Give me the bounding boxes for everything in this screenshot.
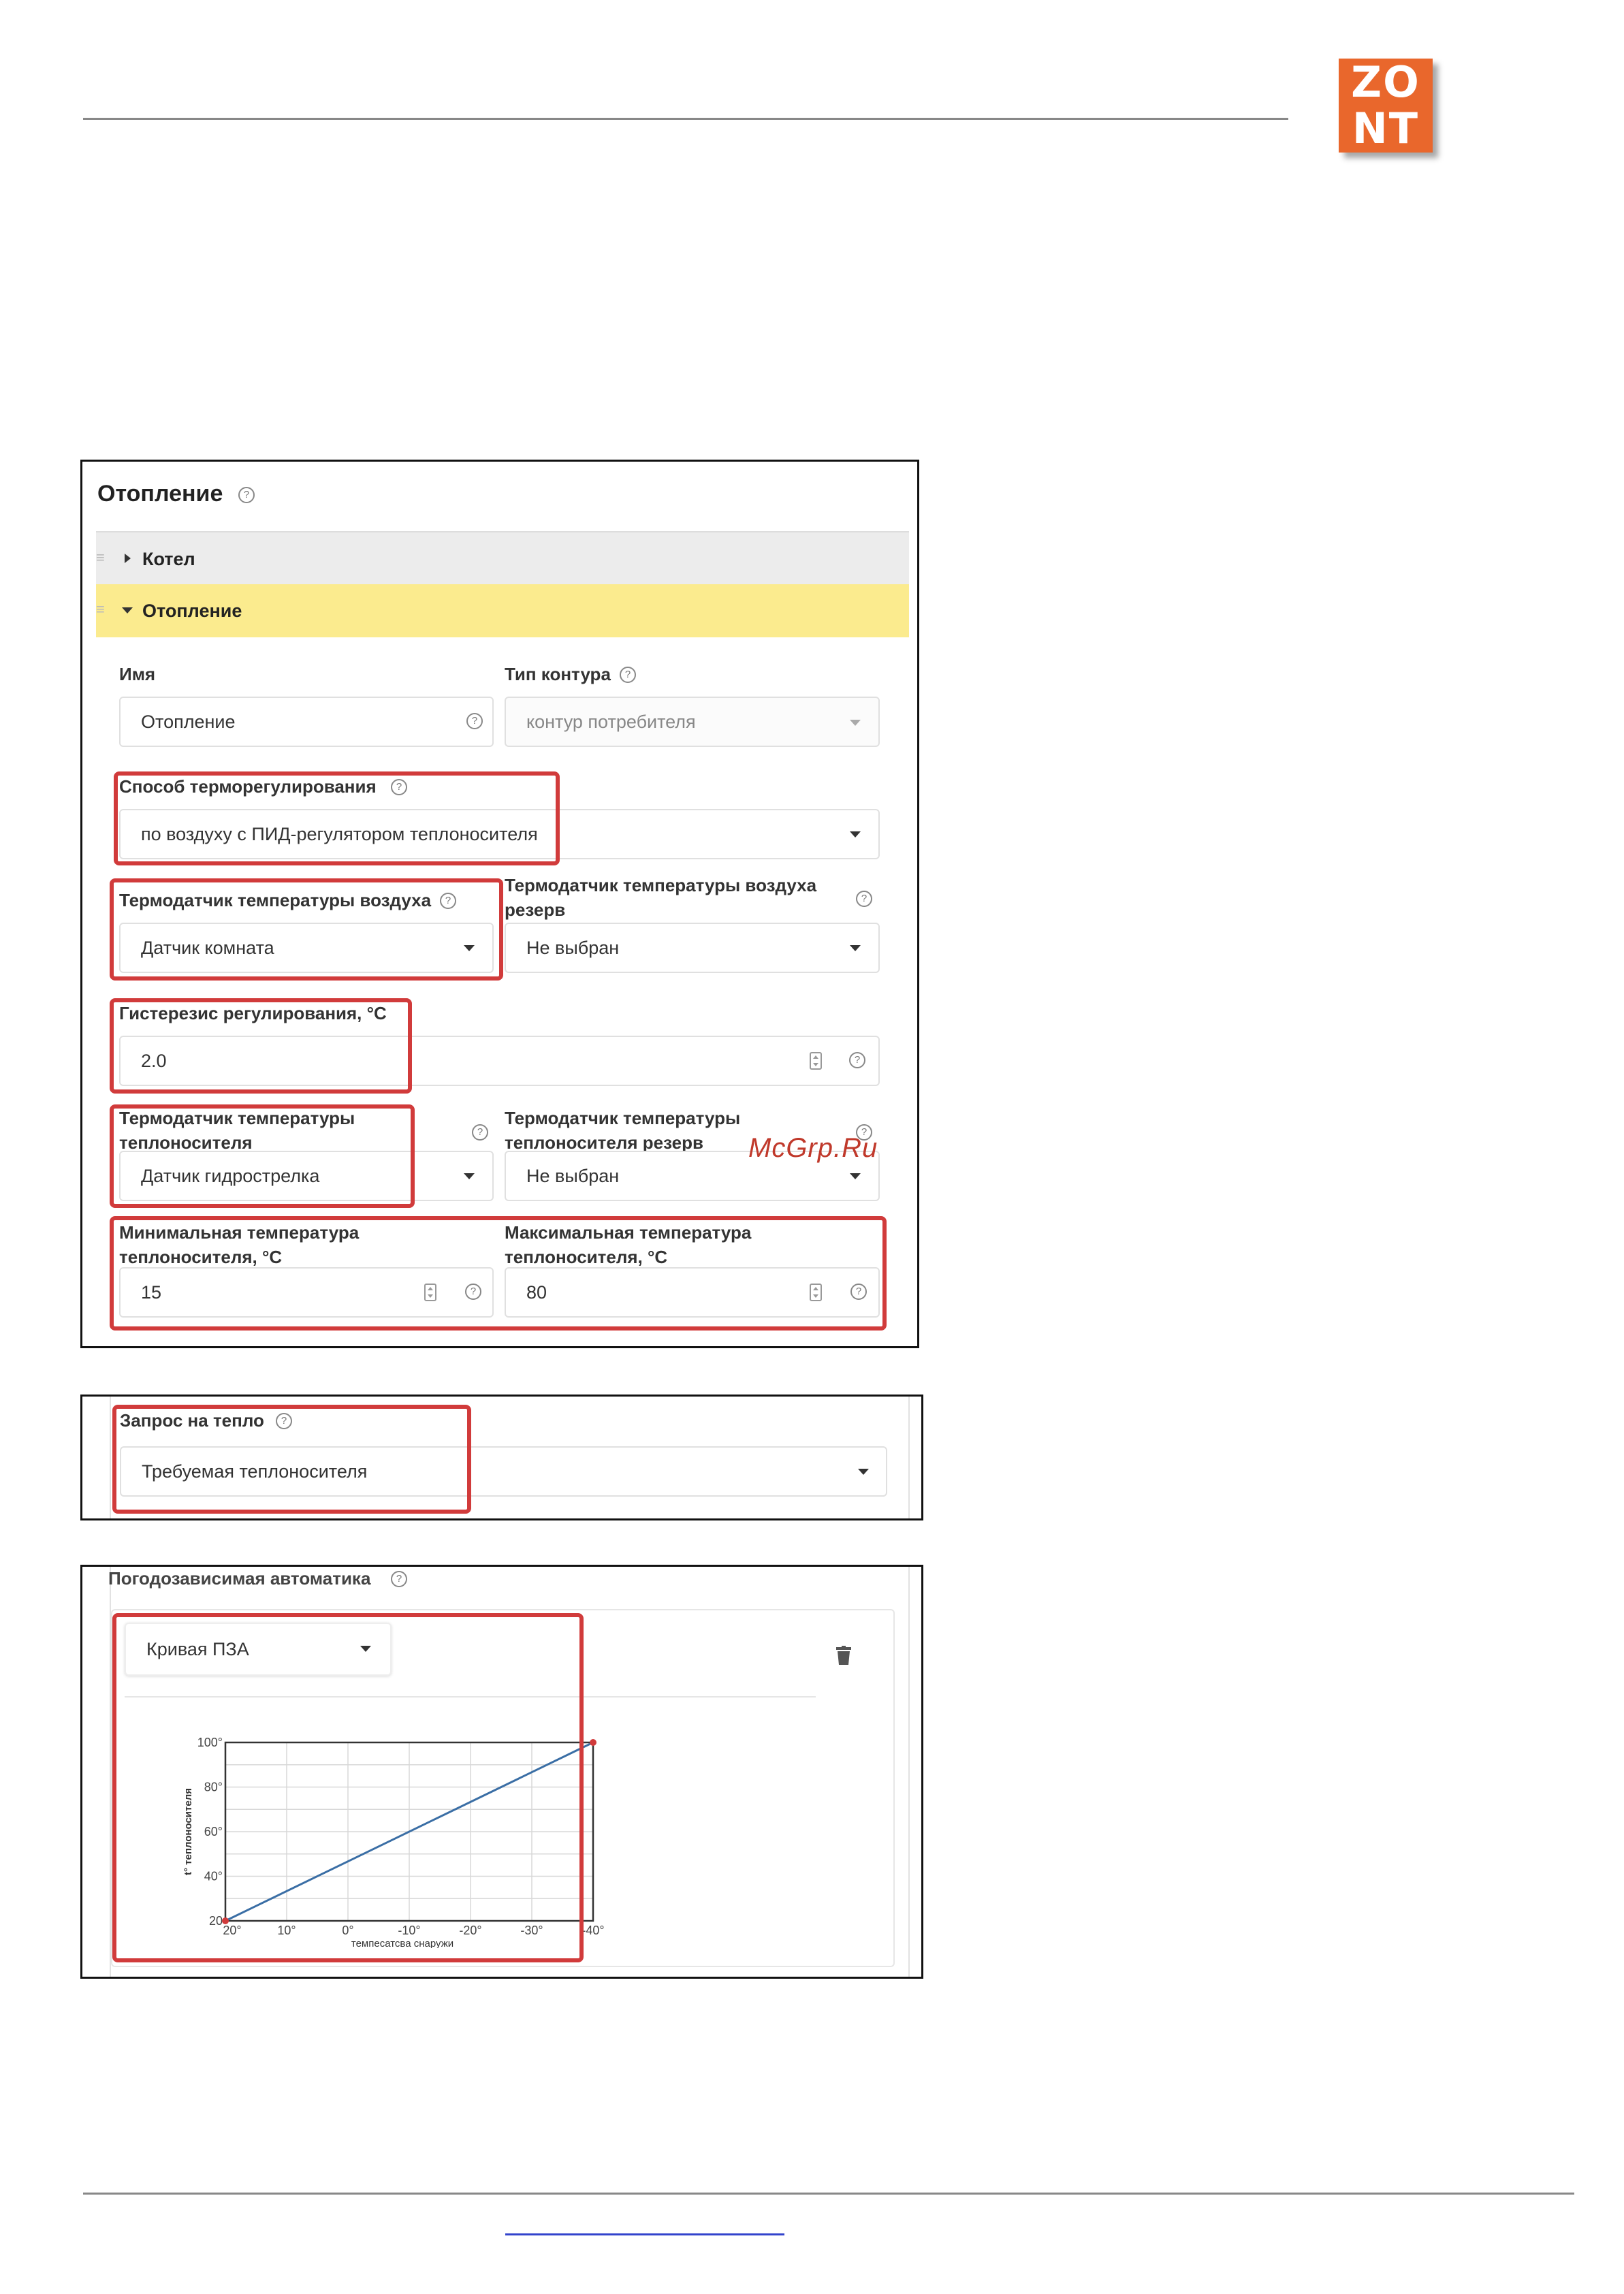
help-icon[interactable]: ? — [856, 891, 872, 907]
name-field[interactable]: Отопление ? — [119, 697, 494, 747]
highlight-box — [110, 998, 412, 1094]
highlight-box — [110, 1216, 887, 1331]
help-icon[interactable]: ? — [472, 1124, 488, 1141]
chevron-down-icon — [122, 607, 133, 614]
name-label: Имя — [119, 664, 156, 684]
air-sensor-reserve-value: Не выбран — [526, 937, 620, 958]
weather-panel: Погодозависимая автоматика ? Кривая ПЗА … — [80, 1565, 923, 1979]
chevron-down-icon — [858, 1469, 869, 1475]
chevron-right-icon — [125, 554, 131, 563]
air-sensor-reserve-label-2: резерв — [505, 899, 566, 920]
page-title: Отопление — [97, 481, 223, 507]
help-icon[interactable]: ? — [849, 1052, 865, 1068]
footer-rule — [83, 2193, 1574, 2195]
stepper-icon[interactable] — [810, 1052, 822, 1070]
highlight-box — [110, 1104, 415, 1208]
chevron-down-icon — [850, 1173, 861, 1179]
drag-handle-icon[interactable]: ≡ — [96, 549, 105, 567]
accordion-label: Отопление — [142, 601, 242, 621]
circuit-type-label: Тип контура — [505, 664, 611, 684]
chevron-down-icon — [850, 720, 861, 726]
name-value: Отопление — [141, 711, 236, 732]
air-sensor-reserve-select[interactable]: Не выбран — [505, 923, 880, 973]
zont-logo: ZO NT — [1339, 59, 1433, 153]
header-rule — [83, 118, 1288, 120]
highlight-box — [112, 1405, 471, 1514]
highlight-box — [112, 1613, 584, 1962]
data-point — [590, 1739, 596, 1746]
chevron-down-icon — [850, 945, 861, 951]
accordion-label: Котел — [142, 549, 195, 569]
chevron-down-icon — [850, 831, 861, 838]
weather-title: Погодозависимая автоматика — [108, 1568, 371, 1589]
air-sensor-reserve-label-1: Термодатчик температуры воздуха — [505, 875, 817, 895]
coolant-sensor-reserve-value: Не выбран — [526, 1165, 620, 1186]
help-icon[interactable]: ? — [391, 1571, 407, 1587]
highlight-box — [114, 771, 560, 865]
help-icon[interactable]: ? — [466, 713, 483, 729]
highlight-box — [110, 878, 503, 981]
page-title-text: Отопление — [97, 481, 223, 507]
watermark: McGrp.Ru — [748, 1133, 878, 1163]
drag-handle-icon[interactable]: ≡ — [96, 601, 105, 618]
footer-link-underline[interactable] — [505, 2233, 784, 2235]
x-tick-label: -40° — [582, 1924, 604, 1937]
circuit-type-select[interactable]: контур потребителя — [505, 697, 880, 747]
accordion-item-boiler[interactable]: ≡ Котел — [96, 531, 909, 586]
heating-settings-panel: Отопление ? ≡ Котел ≡ Отопление Имя Тип … — [80, 460, 919, 1348]
chevron-down-icon — [464, 1173, 475, 1179]
help-icon[interactable]: ? — [238, 487, 255, 503]
heat-request-panel: Запрос на тепло ? Требуемая теплоносител… — [80, 1395, 923, 1520]
accordion-item-heating[interactable]: ≡ Отопление — [96, 584, 909, 637]
logo-line-2: NT — [1352, 103, 1420, 153]
coolant-sensor-reserve-label-1: Термодатчик температуры — [505, 1108, 741, 1128]
trash-icon[interactable] — [836, 1646, 851, 1665]
logo-line-1: ZO — [1351, 57, 1420, 107]
circuit-type-value: контур потребителя — [526, 711, 696, 732]
help-icon[interactable]: ? — [620, 667, 636, 683]
